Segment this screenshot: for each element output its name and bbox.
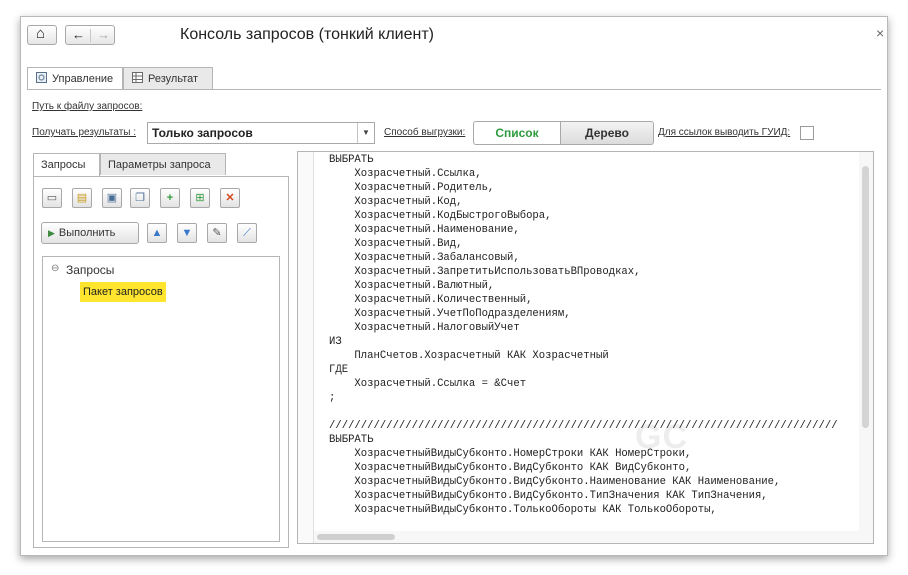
move-up-icon[interactable]: ▲ xyxy=(147,223,167,243)
home-button[interactable]: ⌂ xyxy=(27,25,57,45)
queries-tree: ⊖ Запросы Пакет запросов xyxy=(42,256,280,542)
delete-icon[interactable]: ✕ xyxy=(220,188,240,208)
query-console-window: ⌂ ← → Консоль запросов (тонкий клиент) ×… xyxy=(20,16,888,556)
horizontal-scrollbar[interactable] xyxy=(314,531,860,543)
nav-divider xyxy=(90,29,91,42)
tab-queries[interactable]: Запросы xyxy=(33,153,100,176)
tree-item-queries[interactable]: Запросы xyxy=(66,263,114,277)
results-mode-select[interactable]: Только запросов ▼ xyxy=(147,122,375,144)
vertical-scroll-thumb[interactable] xyxy=(862,166,869,428)
window-title: Консоль запросов (тонкий клиент) xyxy=(180,26,434,43)
edit-query-icon[interactable]: ✎ xyxy=(207,223,227,243)
collapse-icon[interactable]: ⊖ xyxy=(51,263,59,274)
horizontal-scroll-thumb[interactable] xyxy=(317,534,395,540)
open-folder-icon[interactable]: ▤ xyxy=(72,188,92,208)
forward-arrow-icon[interactable]: → xyxy=(97,27,110,42)
guid-label[interactable]: Для ссылок выводить ГУИД: xyxy=(658,127,790,138)
tab-management-label: Управление xyxy=(52,73,114,85)
vertical-scrollbar[interactable] xyxy=(859,152,873,543)
home-icon: ⌂ xyxy=(36,25,46,42)
tab-result[interactable]: Результат xyxy=(123,67,213,89)
run-label: Выполнить xyxy=(58,227,116,239)
editor-gutter xyxy=(298,152,314,543)
table-icon xyxy=(132,72,143,83)
results-mode-value: Только запросов xyxy=(152,126,253,140)
query-wizard-icon[interactable]: ⟋ xyxy=(237,223,257,243)
play-icon: ▶ xyxy=(48,228,55,238)
results-mode-label[interactable]: Получать результаты : xyxy=(32,127,136,138)
tab-management[interactable]: Управление xyxy=(27,67,123,90)
export-option-tree[interactable]: Дерево xyxy=(560,121,654,145)
tab-query-params[interactable]: Параметры запроса xyxy=(100,153,226,175)
save-icon[interactable]: ▣ xyxy=(102,188,122,208)
tab-result-label: Результат xyxy=(148,73,199,85)
back-arrow-icon[interactable]: ← xyxy=(72,27,85,42)
move-down-icon[interactable]: ▼ xyxy=(177,223,197,243)
new-icon[interactable]: ▭ xyxy=(42,188,62,208)
tree-item-query-batch[interactable]: Пакет запросов xyxy=(80,282,166,302)
query-code[interactable]: ВЫБРАТЬ Хозрасчетный.Ссылка, Хозрасчетны… xyxy=(329,153,838,517)
export-option-list[interactable]: Список xyxy=(473,121,561,145)
navigation-buttons: ← → xyxy=(65,25,115,45)
queries-panel: ▭ ▤ ▣ ❐ + ⊞ ✕ ▶ Выполнить ▲ ▼ ✎ ⟋ ⊖ Запро… xyxy=(33,176,289,548)
save-as-icon[interactable]: ❐ xyxy=(130,188,150,208)
add-icon[interactable]: + xyxy=(160,188,180,208)
close-icon[interactable]: × xyxy=(876,25,884,41)
tab-strip-divider xyxy=(27,89,881,90)
export-mode-label[interactable]: Способ выгрузки: xyxy=(384,127,465,138)
copy-icon[interactable]: ⊞ xyxy=(190,188,210,208)
query-text-editor[interactable]: GC ВЫБРАТЬ Хозрасчетный.Ссылка, Хозрасче… xyxy=(297,151,874,544)
guid-checkbox[interactable] xyxy=(800,126,814,140)
path-link[interactable]: Путь к файлу запросов: xyxy=(32,101,142,112)
gear-doc-icon xyxy=(36,72,47,83)
run-button[interactable]: ▶ Выполнить xyxy=(41,222,139,244)
chevron-down-icon[interactable]: ▼ xyxy=(357,123,374,143)
